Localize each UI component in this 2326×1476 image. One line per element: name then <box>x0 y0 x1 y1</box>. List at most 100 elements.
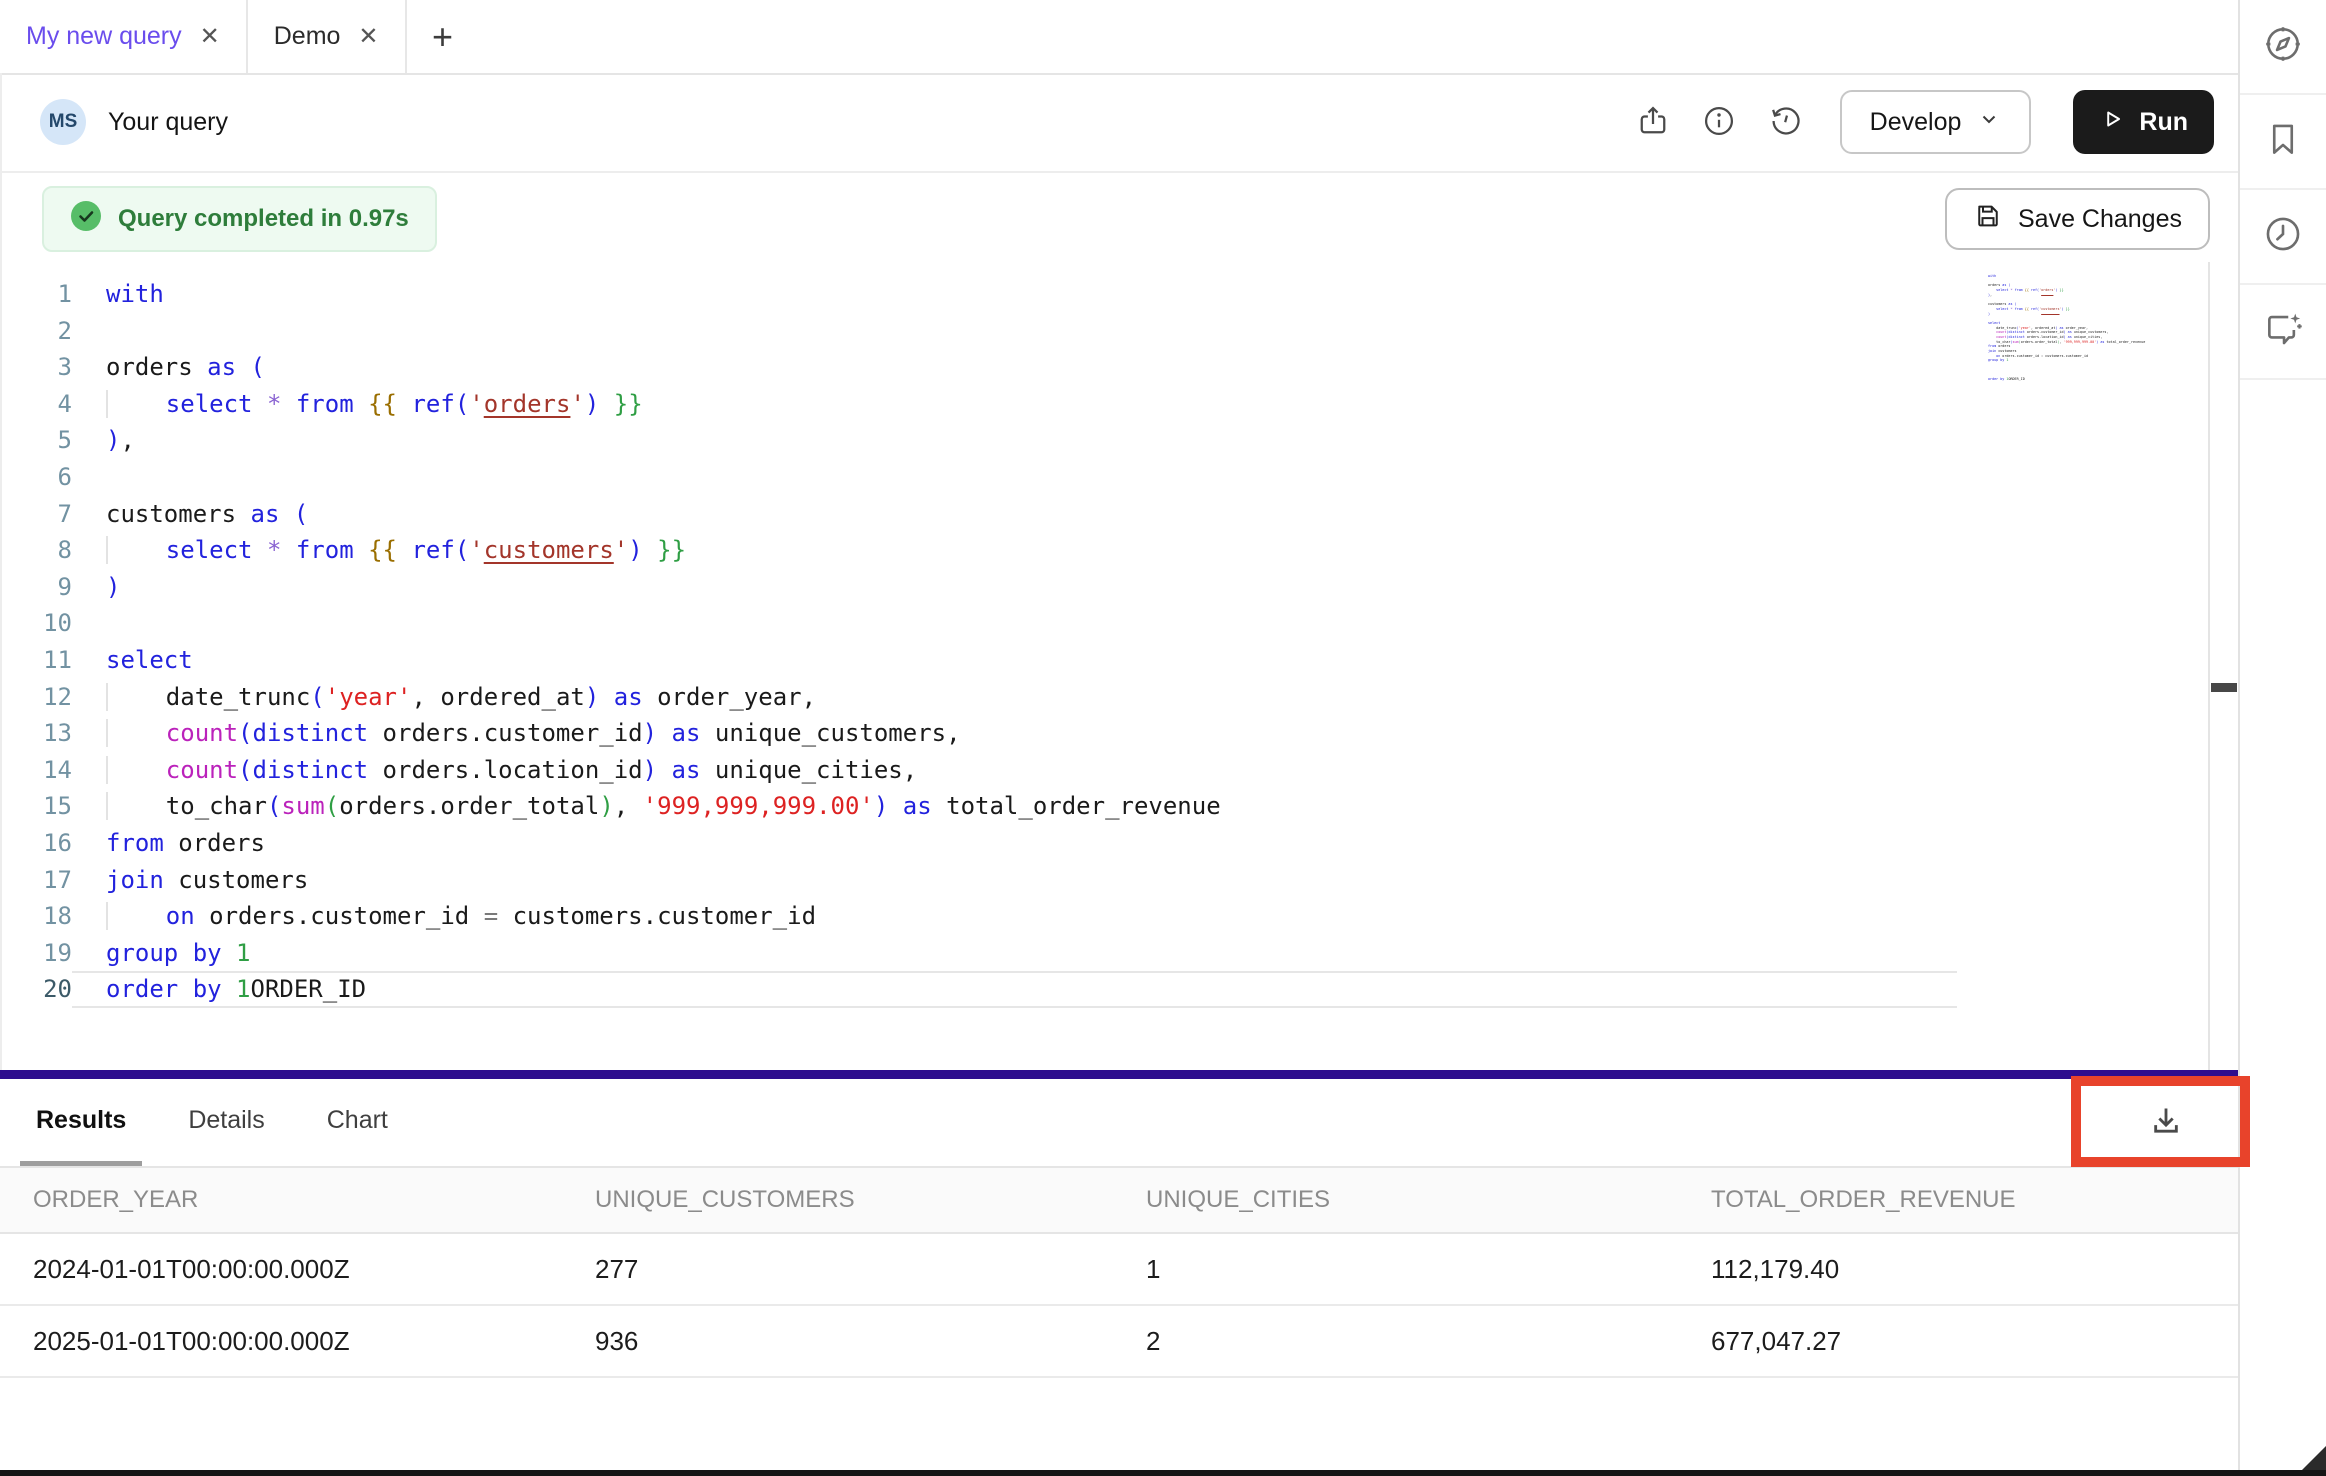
tab-close-icon[interactable]: ✕ <box>200 22 220 51</box>
share-icon <box>1635 103 1671 142</box>
code-line-7[interactable]: 7customers as ( <box>0 496 1957 533</box>
code-line-8[interactable]: 8 select * from {{ ref('customers') }} <box>0 532 1957 569</box>
table-cell: 2024-01-01T00:00:00.000Z <box>0 1254 562 1285</box>
line-number: 2 <box>0 313 72 350</box>
code-line-3[interactable]: 3orders as ( <box>0 349 1957 386</box>
table-cell: 677,047.27 <box>1678 1326 2238 1357</box>
line-number: 14 <box>0 752 72 789</box>
line-content <box>72 313 1957 350</box>
line-content: ), <box>72 422 1957 459</box>
line-content: ) <box>72 569 1957 606</box>
line-content: count(distinct orders.customer_id) as un… <box>72 715 1957 752</box>
editor-minimap[interactable]: withorders as ( select * from {{ ref('or… <box>1988 274 2120 368</box>
code-line-14[interactable]: 14 count(distinct orders.location_id) as… <box>0 752 1957 789</box>
results-tab-details[interactable]: Details <box>172 1079 280 1166</box>
sidebar-item-compass[interactable] <box>2240 0 2326 95</box>
results-tab-results[interactable]: Results <box>20 1079 142 1166</box>
clock-icon <box>2262 213 2304 260</box>
table-cell: 1 <box>1113 1254 1678 1285</box>
code-line-1[interactable]: 1with <box>0 276 1957 313</box>
run-label: Run <box>2139 108 2188 137</box>
code-line-20[interactable]: order by 1ORDER_ID <box>1988 363 2120 368</box>
sidebar-item-bookmark[interactable] <box>2240 95 2326 190</box>
table-header-row: ORDER_YEARUNIQUE_CUSTOMERSUNIQUE_CITIEST… <box>0 1168 2238 1234</box>
code-line-5[interactable]: 5), <box>0 422 1957 459</box>
code-line-6[interactable]: 6 <box>0 459 1957 496</box>
right-icon-sidebar <box>2238 0 2326 1470</box>
code-line-18[interactable]: 18 on orders.customer_id = customers.cus… <box>0 898 1957 935</box>
run-button[interactable]: Run <box>2073 90 2214 154</box>
line-content: orders as ( <box>72 349 1957 386</box>
code-line-2[interactable]: 2 <box>0 313 1957 350</box>
column-header: UNIQUE_CITIES <box>1113 1186 1678 1214</box>
bookmark-icon <box>2262 118 2304 165</box>
table-cell: 2025-01-01T00:00:00.000Z <box>0 1326 562 1357</box>
develop-label: Develop <box>1870 108 1962 137</box>
line-number: 1 <box>0 276 72 313</box>
tab-bar: My new query✕ Demo ✕ + <box>0 0 2238 75</box>
success-check-icon <box>70 200 102 239</box>
line-content: from orders <box>72 825 1957 862</box>
line-content: select <box>72 642 1957 679</box>
line-content: count(distinct orders.location_id) as un… <box>72 752 1957 789</box>
document-header: MS Your query <box>0 73 2238 173</box>
line-content: join customers <box>72 862 1957 899</box>
window-bottom-edge <box>0 1470 2326 1476</box>
play-icon <box>2099 106 2125 139</box>
code-line-4[interactable]: 4 select * from {{ ref('orders') }} <box>0 386 1957 423</box>
code-line-13[interactable]: 13 count(distinct orders.customer_id) as… <box>0 715 1957 752</box>
line-number: 7 <box>0 496 72 533</box>
line-number: 10 <box>0 605 72 642</box>
results-tab-bar: Results Details Chart <box>0 1079 2238 1168</box>
share-button[interactable] <box>1630 99 1676 145</box>
code-line-10[interactable]: 10 <box>0 605 1957 642</box>
line-number: 19 <box>0 935 72 972</box>
line-content: with <box>72 276 1957 313</box>
download-icon <box>2146 1101 2186 1144</box>
line-number: 3 <box>0 349 72 386</box>
table-cell: 277 <box>562 1254 1113 1285</box>
code-line-17[interactable]: 17join customers <box>0 862 1957 899</box>
tab-label: Demo <box>274 22 341 51</box>
code-line-12[interactable]: 12 date_trunc('year', ordered_at) as ord… <box>0 679 1957 716</box>
editor-tab-demo[interactable]: Demo ✕ <box>248 0 407 73</box>
history-button[interactable] <box>1762 99 1808 145</box>
code-line-11[interactable]: 11select <box>0 642 1957 679</box>
new-tab-button[interactable]: + <box>407 0 479 73</box>
results-panel: Results Details Chart ORDER_YEARUNIQUE_CUS… <box>0 1079 2238 1470</box>
line-content: group by 1 <box>72 935 1957 972</box>
line-number: 5 <box>0 422 72 459</box>
code-line-15[interactable]: 15 to_char(sum(orders.order_total), '999… <box>0 788 1957 825</box>
develop-dropdown[interactable]: Develop <box>1840 90 2032 154</box>
line-content <box>72 459 1957 496</box>
line-number: 12 <box>0 679 72 716</box>
sidebar-item-clock[interactable] <box>2240 190 2326 285</box>
code-area[interactable]: 1with23orders as (4 select * from {{ ref… <box>0 276 1957 1008</box>
line-number: 17 <box>0 862 72 899</box>
table-row: 2024-01-01T00:00:00.000Z2771112,179.40 <box>0 1234 2238 1306</box>
save-changes-button[interactable]: Save Changes <box>1945 188 2210 250</box>
chevron-down-icon <box>1977 107 2001 138</box>
code-line-16[interactable]: 16from orders <box>0 825 1957 862</box>
line-content: to_char(sum(orders.order_total), '999,99… <box>72 788 1957 825</box>
status-message: Query completed in 0.97s <box>118 205 409 233</box>
panel-resize-divider[interactable] <box>0 1070 2238 1079</box>
column-header: ORDER_YEAR <box>0 1186 562 1214</box>
sql-editor[interactable]: 1with23orders as (4 select * from {{ ref… <box>0 262 2208 1070</box>
table-row: 2025-01-01T00:00:00.000Z9362677,047.27 <box>0 1306 2238 1378</box>
table-cell: 936 <box>562 1326 1113 1357</box>
window-resize-corner[interactable] <box>2302 1446 2326 1470</box>
code-line-19[interactable]: 19group by 1 <box>0 935 1957 972</box>
scrollbar-thumb[interactable] <box>2211 683 2237 692</box>
column-header: TOTAL_ORDER_REVENUE <box>1678 1186 2238 1214</box>
code-line-9[interactable]: 9) <box>0 569 1957 606</box>
ai-chat-icon <box>2262 308 2304 355</box>
editor-tab-my-new-query[interactable]: My new query✕ <box>0 0 248 73</box>
results-tab-chart[interactable]: Chart <box>311 1079 404 1166</box>
info-button[interactable] <box>1696 99 1742 145</box>
sidebar-item-ai-chat[interactable] <box>2240 285 2326 380</box>
download-button[interactable] <box>2098 1090 2234 1154</box>
code-line-20[interactable]: 20order by 1ORDER_ID <box>0 971 1957 1008</box>
line-content: on orders.customer_id = customers.custom… <box>72 898 1957 935</box>
tab-close-icon[interactable]: ✕ <box>358 22 378 51</box>
